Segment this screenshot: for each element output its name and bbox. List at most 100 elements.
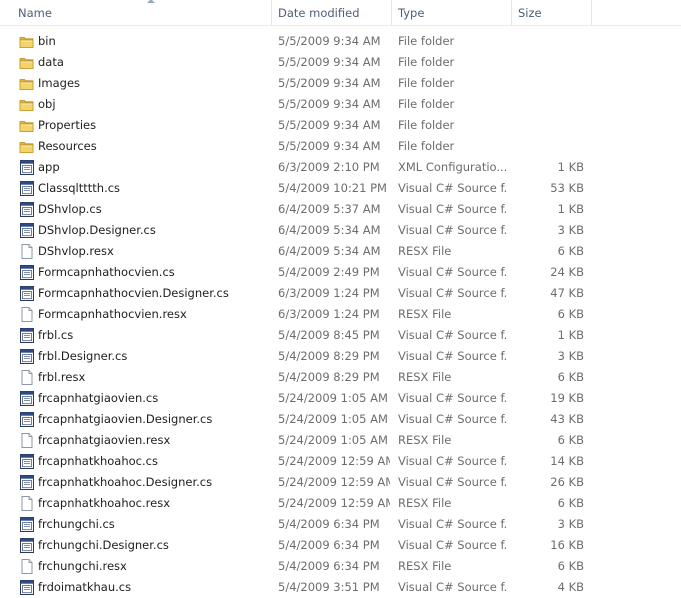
app-file-icon (19, 223, 35, 238)
file-name: DShvlop.Designer.cs (38, 223, 156, 237)
app-file-icon (19, 517, 35, 532)
app-file-icon (19, 391, 35, 406)
file-date-modified: 5/5/2009 9:34 AM (278, 118, 381, 132)
file-size (512, 115, 584, 136)
app-file-icon (19, 181, 35, 196)
file-size: 1 KB (557, 202, 584, 216)
sort-ascending-icon (147, 0, 155, 3)
file-size (512, 52, 584, 73)
file-row[interactable]: frchungchi.Designer.cs 5/4/2009 6:34 PM Vi… (0, 535, 681, 556)
folder-icon (19, 55, 35, 70)
file-name: frcapnhatkhoahoc.Designer.cs (38, 475, 213, 489)
app-file-icon (19, 160, 35, 175)
file-row[interactable]: Formcapnhathocvien.Designer.cs 6/3/2009 1… (0, 283, 681, 304)
blank-file-icon (19, 244, 35, 259)
file-name: DShvlop.cs (38, 202, 102, 216)
file-date-modified: 5/4/2009 8:45 PM (278, 328, 380, 342)
file-size: 6 KB (557, 559, 584, 573)
file-row[interactable]: frchungchi.cs 5/4/2009 6:34 PM Visual C# S… (0, 514, 681, 535)
file-size: 6 KB (557, 370, 584, 384)
file-row[interactable]: DShvlop.cs 6/4/2009 5:37 AM Visual C# Sour… (0, 199, 681, 220)
column-header-type[interactable]: Type (392, 0, 512, 26)
file-name: frbl.Designer.cs (38, 349, 128, 363)
file-row[interactable]: frchungchi.resx 5/4/2009 6:34 PM RESX File… (0, 556, 681, 577)
file-size: 26 KB (550, 475, 584, 489)
file-row[interactable]: DShvlop.Designer.cs 6/4/2009 5:34 AM Visua… (0, 220, 681, 241)
file-size: 6 KB (557, 244, 584, 258)
file-type: Visual C# Source f... (398, 517, 508, 531)
file-row[interactable]: app 6/3/2009 2:10 PM XML Configuratio... 1 … (0, 157, 681, 178)
file-date-modified: 5/24/2009 1:05 AM (278, 391, 388, 405)
file-size: 3 KB (557, 223, 584, 237)
file-name: Classqltttth.cs (38, 181, 121, 195)
file-row[interactable]: Formcapnhathocvien.cs 5/4/2009 2:49 PM Vis… (0, 262, 681, 283)
file-row[interactable]: frbl.resx 5/4/2009 8:29 PM RESX File 6 KB (0, 367, 681, 388)
file-row[interactable]: frcapnhatgiaovien.resx 5/24/2009 1:05 AM R… (0, 430, 681, 451)
file-row[interactable]: frcapnhatkhoahoc.cs 5/24/2009 12:59 AM Vis… (0, 451, 681, 472)
folder-row[interactable]: data 5/5/2009 9:34 AM File folder (0, 52, 681, 73)
file-name: bin (38, 34, 56, 48)
column-header-name[interactable]: Name (12, 0, 272, 26)
file-name: frchungchi.resx (38, 559, 127, 573)
column-header-size[interactable]: Size (512, 0, 592, 26)
file-type: Visual C# Source f... (398, 202, 508, 216)
column-header-date-modified[interactable]: Date modified (272, 0, 392, 26)
file-size: 1 KB (557, 328, 584, 342)
file-row[interactable]: frcapnhatkhoahoc.Designer.cs 5/24/2009 12… (0, 472, 681, 493)
app-file-icon (19, 454, 35, 469)
file-type: Visual C# Source f... (398, 328, 508, 342)
folder-row[interactable]: Resources 5/5/2009 9:34 AM File folder (0, 136, 681, 157)
file-size: 1 KB (557, 160, 584, 174)
file-row[interactable]: frcapnhatgiaovien.Designer.cs 5/24/2009 1… (0, 409, 681, 430)
file-type: File folder (398, 118, 455, 132)
file-row[interactable]: frbl.Designer.cs 5/4/2009 8:29 PM Visual C… (0, 346, 681, 367)
file-date-modified: 5/24/2009 12:59 AM (278, 496, 390, 510)
file-row[interactable]: frdoimatkhau.cs 5/4/2009 3:51 PM Visual C#… (0, 577, 681, 598)
file-type: XML Configuratio... (398, 160, 508, 174)
file-name: frcapnhatgiaovien.resx (38, 433, 171, 447)
file-type: Visual C# Source f... (398, 538, 508, 552)
file-name: frcapnhatkhoahoc.resx (38, 496, 171, 510)
file-size (512, 136, 584, 157)
folder-icon (19, 97, 35, 112)
file-type: Visual C# Source f... (398, 391, 508, 405)
file-name: data (38, 55, 64, 69)
app-file-icon (19, 475, 35, 490)
file-row[interactable]: frcapnhatgiaovien.cs 5/24/2009 1:05 AM Vis… (0, 388, 681, 409)
file-row[interactable]: frcapnhatkhoahoc.resx 5/24/2009 12:59 AM R… (0, 493, 681, 514)
file-name: frcapnhatgiaovien.cs (38, 391, 159, 405)
file-name: frcapnhatkhoahoc.cs (38, 454, 158, 468)
file-type: Visual C# Source f... (398, 286, 508, 300)
file-date-modified: 5/4/2009 2:49 PM (278, 265, 380, 279)
file-date-modified: 5/24/2009 12:59 AM (278, 475, 390, 489)
app-file-icon (19, 580, 35, 595)
file-name: frbl.resx (38, 370, 86, 384)
folder-row[interactable]: bin 5/5/2009 9:34 AM File folder (0, 31, 681, 52)
file-date-modified: 5/24/2009 1:05 AM (278, 412, 388, 426)
blank-file-icon (19, 496, 35, 511)
file-date-modified: 5/4/2009 10:21 PM (278, 181, 387, 195)
file-row[interactable]: frbl.cs 5/4/2009 8:45 PM Visual C# Source … (0, 325, 681, 346)
file-row[interactable]: DShvlop.resx 6/4/2009 5:34 AM RESX File 6 K… (0, 241, 681, 262)
file-size (512, 31, 584, 52)
file-size: 24 KB (550, 265, 584, 279)
file-size: 6 KB (557, 433, 584, 447)
file-date-modified: 5/4/2009 6:34 PM (278, 517, 380, 531)
file-name: frchungchi.cs (38, 517, 115, 531)
file-row[interactable]: Formcapnhathocvien.resx 6/3/2009 1:24 PM R… (0, 304, 681, 325)
file-size: 43 KB (550, 412, 584, 426)
file-type: RESX File (398, 307, 452, 321)
file-date-modified: 5/5/2009 9:34 AM (278, 139, 381, 153)
file-size: 6 KB (557, 496, 584, 510)
file-date-modified: 6/4/2009 5:34 AM (278, 223, 381, 237)
file-date-modified: 5/24/2009 1:05 AM (278, 433, 388, 447)
folder-row[interactable]: obj 5/5/2009 9:34 AM File folder (0, 94, 681, 115)
folder-row[interactable]: Properties 5/5/2009 9:34 AM File folder (0, 115, 681, 136)
app-file-icon (19, 349, 35, 364)
file-name: Resources (38, 139, 97, 153)
file-type: RESX File (398, 244, 452, 258)
file-date-modified: 6/3/2009 1:24 PM (278, 286, 380, 300)
folder-row[interactable]: Images 5/5/2009 9:34 AM File folder (0, 73, 681, 94)
file-date-modified: 5/4/2009 3:51 PM (278, 580, 380, 594)
file-row[interactable]: Classqltttth.cs 5/4/2009 10:21 PM Visual C… (0, 178, 681, 199)
